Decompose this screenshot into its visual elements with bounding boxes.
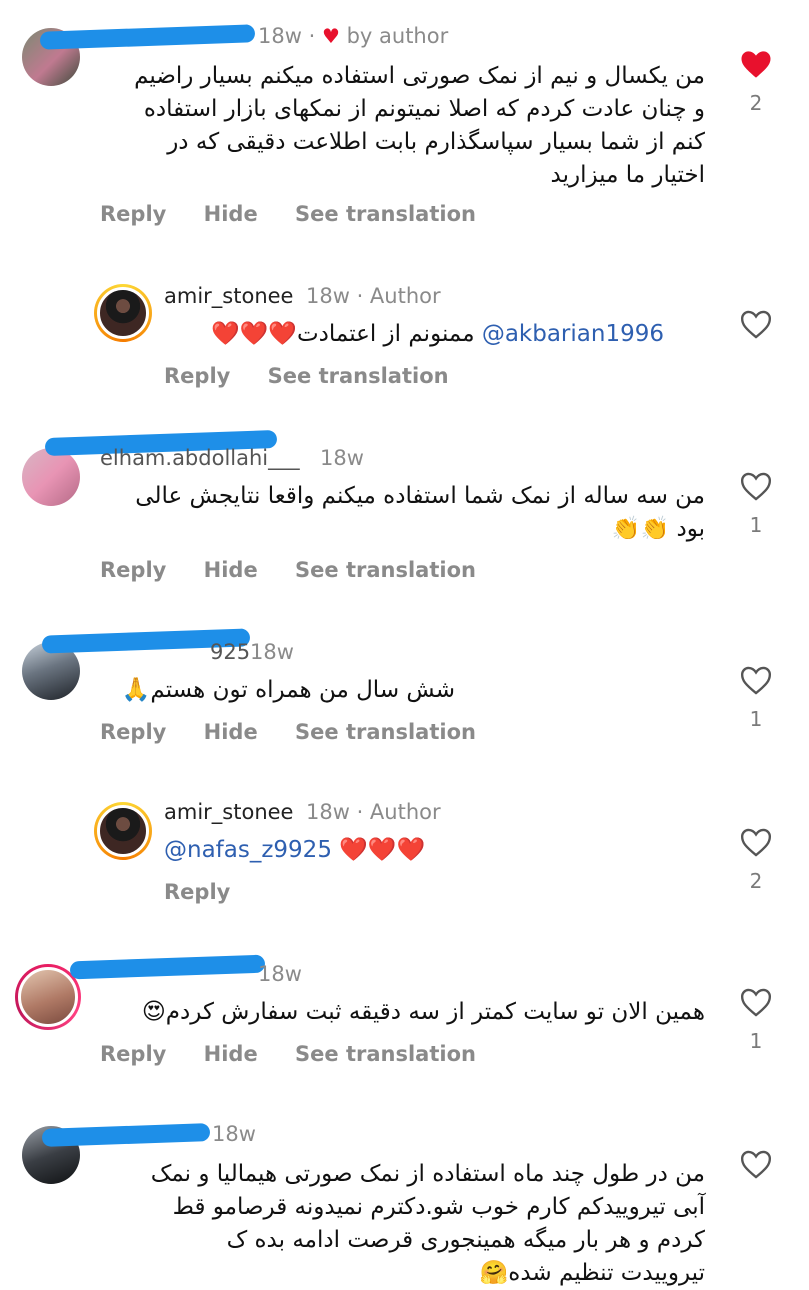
avatar[interactable] — [94, 284, 152, 342]
see-translation-button[interactable]: See translation — [295, 720, 476, 744]
reply-button[interactable]: Reply — [100, 720, 166, 744]
comment-time: 18w — [258, 962, 302, 986]
like-button[interactable]: 2 — [736, 828, 776, 893]
like-button[interactable]: 1 — [736, 988, 776, 1053]
mention-link[interactable]: @nafas_z9925 — [164, 837, 332, 863]
heart-outline-icon — [740, 666, 772, 695]
comment-text: من در طول چند ماه استفاده از نمک صورتی ه… — [150, 1161, 705, 1286]
comment-text: @nafas_z9925 ❤️❤️❤️ — [164, 834, 425, 867]
username-redaction — [41, 1123, 211, 1147]
liked-by-author-label: by author — [346, 24, 449, 48]
heart-outline-icon — [740, 988, 772, 1017]
comment-text: من یکسال و نیم از نمک صورتی استفاده میکن… — [134, 63, 705, 188]
reply-button[interactable]: Reply — [100, 558, 166, 582]
username[interactable]: elham.abdollahi___ — [100, 446, 300, 470]
like-button[interactable]: 1 — [736, 666, 776, 731]
comment-actions: Reply Hide See translation — [100, 558, 506, 582]
avatar[interactable] — [94, 802, 152, 860]
like-count: 1 — [749, 1029, 763, 1053]
comment-time: 18w — [250, 640, 294, 664]
like-button[interactable] — [736, 310, 776, 339]
reply-button[interactable]: Reply — [100, 202, 166, 226]
heart-outline-icon — [740, 1150, 772, 1179]
comment-time: 18w — [212, 1122, 256, 1146]
username-text: elham.abdollahi___ — [100, 446, 300, 470]
username-text: 925 — [210, 640, 251, 664]
heart-icon: ♥ — [321, 24, 340, 48]
like-count: 1 — [749, 513, 763, 537]
comment-time: 18w — [320, 446, 364, 470]
mention-link[interactable]: @akbarian1996 — [482, 321, 664, 347]
comment-actions: Reply See translation — [164, 364, 479, 388]
username[interactable]: amir_stonee — [164, 800, 293, 824]
comment-actions: Reply Hide See translation — [100, 1042, 506, 1066]
comment-actions: Reply Hide See translation — [100, 720, 506, 744]
heart-outline-icon — [740, 472, 772, 501]
comment-text: @akbarian1996 ممنونم از اعتمادت❤️❤️❤️ — [164, 318, 664, 351]
hide-button[interactable]: Hide — [204, 202, 258, 226]
username[interactable]: amir_stonee — [164, 284, 293, 308]
like-button[interactable] — [736, 1150, 776, 1179]
hide-button[interactable]: Hide — [204, 720, 258, 744]
comment-actions: Reply — [164, 880, 260, 904]
reply-button[interactable]: Reply — [100, 1042, 166, 1066]
like-button[interactable]: 1 — [736, 472, 776, 537]
comment-text: شش سال من همراه تون هستم🙏 — [121, 677, 455, 703]
heart-outline-icon — [740, 310, 772, 339]
reply-button[interactable]: Reply — [164, 364, 230, 388]
see-translation-button[interactable]: See translation — [268, 364, 449, 388]
like-count: 2 — [749, 869, 763, 893]
comment-body: ممنونم از اعتمادت❤️❤️❤️ — [211, 321, 475, 347]
heart-outline-icon — [740, 828, 772, 857]
reply-button[interactable]: Reply — [164, 880, 230, 904]
username[interactable]: 925 — [210, 640, 250, 664]
comment-actions: Reply Hide See translation — [100, 202, 506, 226]
like-count: 1 — [749, 707, 763, 731]
avatar[interactable] — [22, 448, 80, 506]
heart-filled-icon — [741, 51, 771, 78]
see-translation-button[interactable]: See translation — [295, 1042, 476, 1066]
comment-body: ❤️❤️❤️ — [339, 837, 426, 863]
comment-meta: 18w · Author — [306, 800, 441, 824]
username-redaction — [69, 954, 266, 980]
comment-text: من سه ساله از نمک شما استفاده میکنم واقع… — [135, 483, 705, 542]
like-button[interactable]: 2 — [736, 50, 776, 115]
comment-meta: 18w · Author — [306, 284, 441, 308]
see-translation-button[interactable]: See translation — [295, 202, 476, 226]
hide-button[interactable]: Hide — [204, 1042, 258, 1066]
comment-time: 18w — [258, 24, 302, 48]
see-translation-button[interactable]: See translation — [295, 558, 476, 582]
like-count: 2 — [749, 91, 763, 115]
username-redaction — [39, 24, 256, 50]
hide-button[interactable]: Hide — [204, 558, 258, 582]
comment-text: همین الان تو سایت کمتر از سه دقیقه ثبت س… — [141, 999, 705, 1025]
comment-meta: 18w · ♥ by author — [258, 24, 449, 48]
